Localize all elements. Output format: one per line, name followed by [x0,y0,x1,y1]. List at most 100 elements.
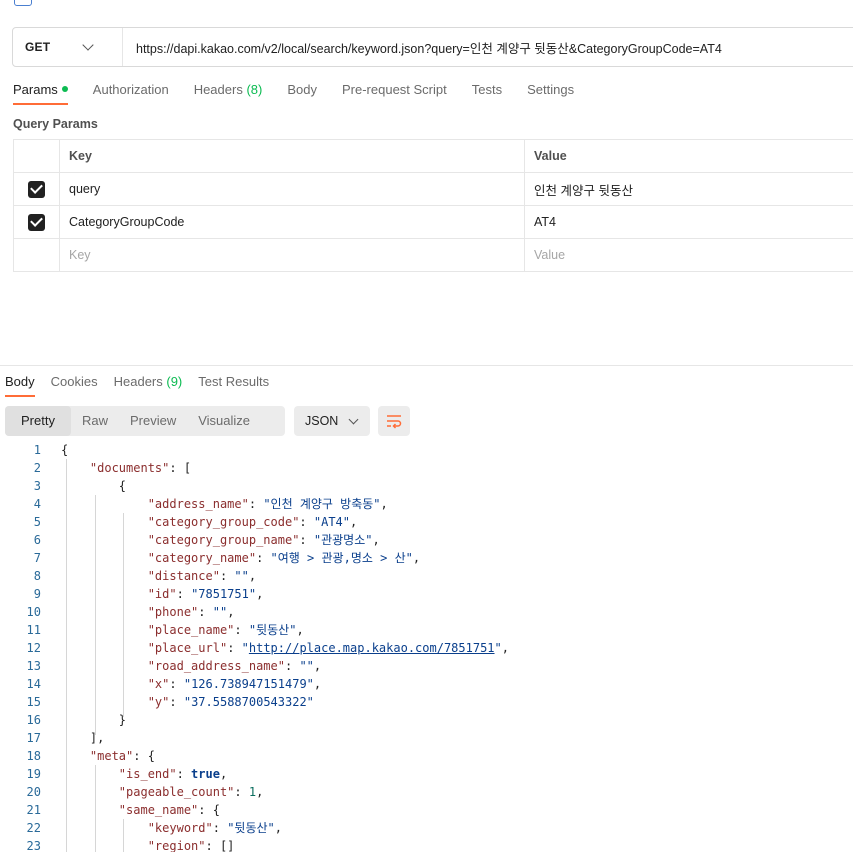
json-key: "x" [147,677,170,691]
json-key: "place_name" [147,623,235,637]
json-number: 1 [248,785,257,799]
code-line: 7 "category_name": "여행 > 관광,명소 > 산", [0,549,853,567]
new-key-input[interactable]: Key [59,238,525,272]
mode-preview[interactable]: Preview [119,406,187,436]
tab-cookies[interactable]: Cookies [51,374,98,397]
code-line: 3 { [0,477,853,495]
line-number: 11 [26,623,41,637]
tab-params[interactable]: Params [13,82,68,105]
json-string: "AT4" [313,515,350,529]
wrap-lines-button[interactable] [378,406,410,436]
code-text: "is_end": true, [118,767,228,781]
pane-divider[interactable] [0,365,853,366]
code-text: "y": "37.5588700543322" [147,695,314,709]
code-line: 17 ], [0,729,853,747]
json-string: "126.738947151479" [183,677,314,691]
checkbox-checked[interactable] [28,213,45,231]
json-punct: ], [89,731,105,745]
line-number: 4 [33,497,41,511]
json-key: "distance" [147,569,220,583]
json-string: "뒷동산" [248,623,297,637]
line-number: 8 [33,569,41,583]
code-text: "region": [] [147,839,235,852]
tab-tests[interactable]: Tests [472,82,502,105]
code-text: "x": "126.738947151479", [147,677,322,691]
line-number: 7 [33,551,41,565]
code-line: 16 } [0,711,853,729]
param-value[interactable]: AT4 [524,205,853,239]
query-params-table: Key Value query 인천 계양구 뒷동산 CategoryGroup… [13,139,853,272]
json-key: "documents" [89,461,170,475]
json-key: "same_name" [118,803,199,817]
mode-pretty[interactable]: Pretty [5,406,71,436]
active-dot-icon [61,86,68,93]
code-line: 23 "region": [] [0,837,853,852]
headers-count: (8) [246,82,263,97]
response-tabs: Body Cookies Headers (9) Test Results [5,374,285,397]
tab-response-headers[interactable]: Headers (9) [114,374,183,397]
param-key[interactable]: CategoryGroupCode [59,205,525,239]
format-label: JSON [305,414,339,428]
code-line: 6 "category_group_name": "관광명소", [0,531,853,549]
line-number: 2 [33,461,41,475]
new-value-input[interactable]: Value [524,238,853,272]
json-string: "" [212,605,228,619]
tab-headers[interactable]: Headers (8) [194,82,263,105]
wrap-lines-icon [387,415,402,429]
row-checkbox-cell [13,172,60,206]
format-select[interactable]: JSON [294,406,370,436]
json-key: "category_group_name" [147,533,300,547]
code-line: 8 "distance": "", [0,567,853,585]
code-text: "pageable_count": 1, [118,785,264,799]
line-number: 15 [26,695,41,709]
line-number: 21 [26,803,41,817]
checkbox-checked[interactable] [28,180,45,198]
line-number: 3 [33,479,41,493]
param-key[interactable]: query [59,172,525,206]
tab-response-headers-label: Headers [113,374,163,389]
code-line: 15 "y": "37.5588700543322" [0,693,853,711]
code-line: 4 "address_name": "인천 계양구 방축동", [0,495,853,513]
top-strip [0,0,853,8]
code-text: "keyword": "뒷동산", [147,821,282,835]
mode-visualize[interactable]: Visualize [187,406,261,436]
mode-raw[interactable]: Raw [71,406,119,436]
tab-authorization[interactable]: Authorization [93,82,169,105]
code-text: { [61,443,69,457]
view-mode-selector: Pretty Raw Preview Visualize [5,406,285,436]
table-row: query 인천 계양구 뒷동산 [13,172,853,206]
json-key: "y" [147,695,170,709]
url-input[interactable]: https://dapi.kakao.com/v2/local/search/k… [123,38,722,57]
code-text: "documents": [ [89,461,192,475]
tab-response-body[interactable]: Body [5,374,35,397]
line-number: 18 [26,749,41,763]
code-text: ], [41,729,104,747]
param-value[interactable]: 인천 계양구 뒷동산 [524,172,853,206]
chevron-down-icon [82,39,94,51]
code-line: 5 "category_group_code": "AT4", [0,513,853,531]
json-url-link[interactable]: http://place.map.kakao.com/7851751 [249,641,495,655]
line-number: 6 [33,533,41,547]
table-row: Key Value [13,238,853,272]
tab-params-label: Params [13,82,58,97]
tab-settings[interactable]: Settings [527,82,574,105]
code-text: "place_url": "http://place.map.kakao.com… [147,641,509,655]
column-key: Key [59,139,525,173]
json-key: "phone" [147,605,199,619]
method-select[interactable]: GET [13,28,123,66]
tab-prerequest-script[interactable]: Pre-request Script [342,82,447,105]
table-header-row: Key Value [13,139,853,173]
code-text: "category_group_code": "AT4", [147,515,358,529]
tab-body[interactable]: Body [287,82,317,105]
json-punct: { [118,479,127,493]
row-checkbox-cell [13,205,60,239]
response-code-viewer[interactable]: 1 { 2 "documents": [ 3 { 4 "address_name"… [0,441,853,852]
line-number: 16 [26,713,41,727]
code-line: 12 "place_url": "http://place.map.kakao.… [0,639,853,657]
json-key: "road_address_name" [147,659,285,673]
line-number: 14 [26,677,41,691]
code-line: 20 "pageable_count": 1, [0,783,853,801]
response-headers-count: (9) [166,374,183,389]
json-punct: [] [219,839,235,852]
tab-test-results[interactable]: Test Results [198,374,269,397]
